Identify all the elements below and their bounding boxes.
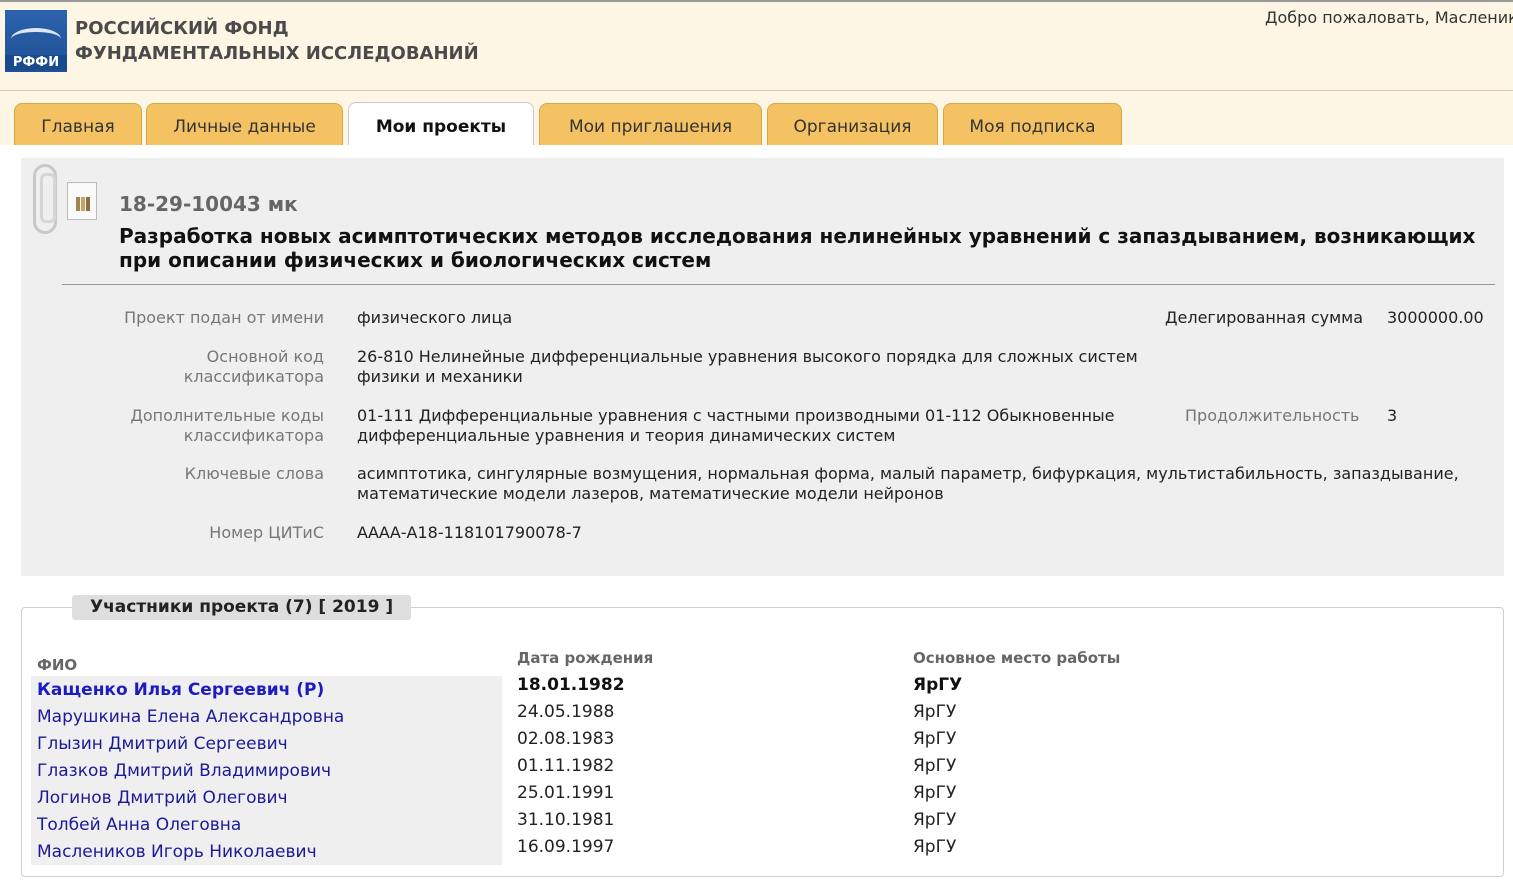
extra-codes-value-line2: дифференциальные уравнения и теория дина… — [357, 426, 896, 445]
logo-swoosh-icon — [11, 28, 61, 50]
column-header-work: Основное место работы — [913, 649, 1121, 667]
column-header-name: ФИО — [37, 656, 78, 674]
org-name-line1: РОССИЙСКИЙ ФОНД — [75, 18, 289, 39]
keywords-value-line2: математические модели лазеров, математич… — [357, 484, 944, 503]
participant-dob: 25.01.1991 — [517, 783, 615, 803]
keywords-value-line1: асимптотика, сингулярные возмущения, нор… — [357, 464, 1459, 483]
main-code-value-line1: 26-810 Нелинейные дифференциальные уравн… — [357, 347, 1138, 366]
citis-label: Номер ЦИТиС — [209, 523, 324, 542]
document-chart-icon — [67, 182, 97, 220]
tab-my-invitations[interactable]: Мои приглашения — [539, 103, 762, 145]
tab-label: Моя подписка — [969, 117, 1096, 137]
delegated-sum-value: 3000000.00 — [1387, 308, 1484, 327]
tab-label: Главная — [41, 117, 115, 137]
tab-label: Мои приглашения — [568, 117, 733, 137]
keywords-value: асимптотика, сингулярные возмущения, нор… — [357, 464, 1459, 504]
keywords-label: Ключевые слова — [184, 464, 324, 483]
project-code: 18-29-10043 мк — [119, 192, 298, 216]
participant-dob: 02.08.1983 — [517, 729, 615, 749]
tab-my-subscription[interactable]: Моя подписка — [943, 103, 1122, 145]
extra-codes-label-line2: классификатора — [183, 426, 324, 445]
extra-codes-value: 01-111 Дифференциальные уравнения с част… — [357, 406, 1114, 446]
main-code-value-line2: физики и механики — [357, 367, 523, 386]
submitted-by-value: физического лица — [357, 308, 513, 327]
main-code-label-line2: классификатора — [183, 367, 324, 386]
tab-label: Мои проекты — [375, 117, 507, 137]
participant-dob: 18.01.1982 — [517, 675, 625, 695]
tab-organization[interactable]: Организация — [767, 103, 938, 145]
tab-label: Личные данные — [173, 117, 316, 137]
org-name-line2: ФУНДАМЕНТАЛЬНЫХ ИССЛЕДОВАНИЙ — [75, 43, 479, 64]
participant-workplace: ЯрГУ — [913, 702, 957, 722]
duration-value: 3 — [1387, 406, 1398, 425]
tab-label: Организация — [793, 117, 912, 137]
delegated-sum-label: Делегированная сумма — [1165, 308, 1364, 327]
column-header-dob: Дата рождения — [517, 649, 654, 667]
organization-name: РОССИЙСКИЙ ФОНД ФУНДАМЕНТАЛЬНЫХ ИССЛЕДОВ… — [75, 16, 479, 66]
logo-text: РФФИ — [5, 55, 67, 70]
participant-workplace: ЯрГУ — [913, 675, 963, 695]
participants-header[interactable]: Участники проекта (7) [ 2019 ] — [72, 595, 412, 620]
participant-name-link[interactable]: Кащенко Илья Сергеевич (Р) — [37, 680, 324, 700]
extra-codes-value-line1: 01-111 Дифференциальные уравнения с част… — [357, 406, 1115, 425]
participant-name-link[interactable]: Логинов Дмитрий Олегович — [37, 788, 288, 808]
main-code-label: Основной код классификатора — [24, 347, 324, 387]
participant-dob: 24.05.1988 — [517, 702, 615, 722]
participant-workplace: ЯрГУ — [913, 810, 957, 830]
duration-label: Продолжительность — [1185, 406, 1360, 425]
citis-value: АААА-А18-118101790078-7 — [357, 523, 582, 542]
participant-workplace: ЯрГУ — [913, 729, 957, 749]
project-title: Разработка новых асимптотических методов… — [119, 224, 1476, 272]
participant-name-link[interactable]: Толбей Анна Олеговна — [37, 815, 241, 835]
tab-personal-data[interactable]: Личные данные — [146, 103, 343, 145]
main-code-value: 26-810 Нелинейные дифференциальные уравн… — [357, 347, 1138, 387]
participant-workplace: ЯрГУ — [913, 756, 957, 776]
participant-name-link[interactable]: Маслеников Игорь Николаевич — [37, 842, 317, 862]
extra-codes-label-line1: Дополнительные коды — [130, 406, 324, 425]
tab-home[interactable]: Главная — [14, 103, 142, 145]
participant-name-link[interactable]: Марушкина Елена Александровна — [37, 707, 344, 727]
participant-workplace: ЯрГУ — [913, 837, 957, 857]
participant-workplace: ЯрГУ — [913, 783, 957, 803]
paperclip-icon — [33, 164, 57, 234]
welcome-message: Добро пожаловать, Масленик — [1265, 8, 1513, 27]
tab-my-projects[interactable]: Мои проекты — [348, 102, 534, 145]
participant-name-link[interactable]: Глазков Дмитрий Владимирович — [37, 761, 331, 781]
main-code-label-line1: Основной код — [206, 347, 324, 366]
extra-codes-label: Дополнительные коды классификатора — [24, 406, 324, 446]
participant-name-link[interactable]: Глызин Дмитрий Сергеевич — [37, 734, 288, 754]
submitted-by-label: Проект подан от имени — [124, 308, 324, 327]
rffi-logo[interactable]: РФФИ — [5, 10, 67, 72]
participant-dob: 01.11.1982 — [517, 756, 615, 776]
participant-dob: 31.10.1981 — [517, 810, 615, 830]
project-divider — [62, 284, 1495, 285]
participant-dob: 16.09.1997 — [517, 837, 615, 857]
site-header: РФФИ РОССИЙСКИЙ ФОНД ФУНДАМЕНТАЛЬНЫХ ИСС… — [0, 0, 1513, 93]
